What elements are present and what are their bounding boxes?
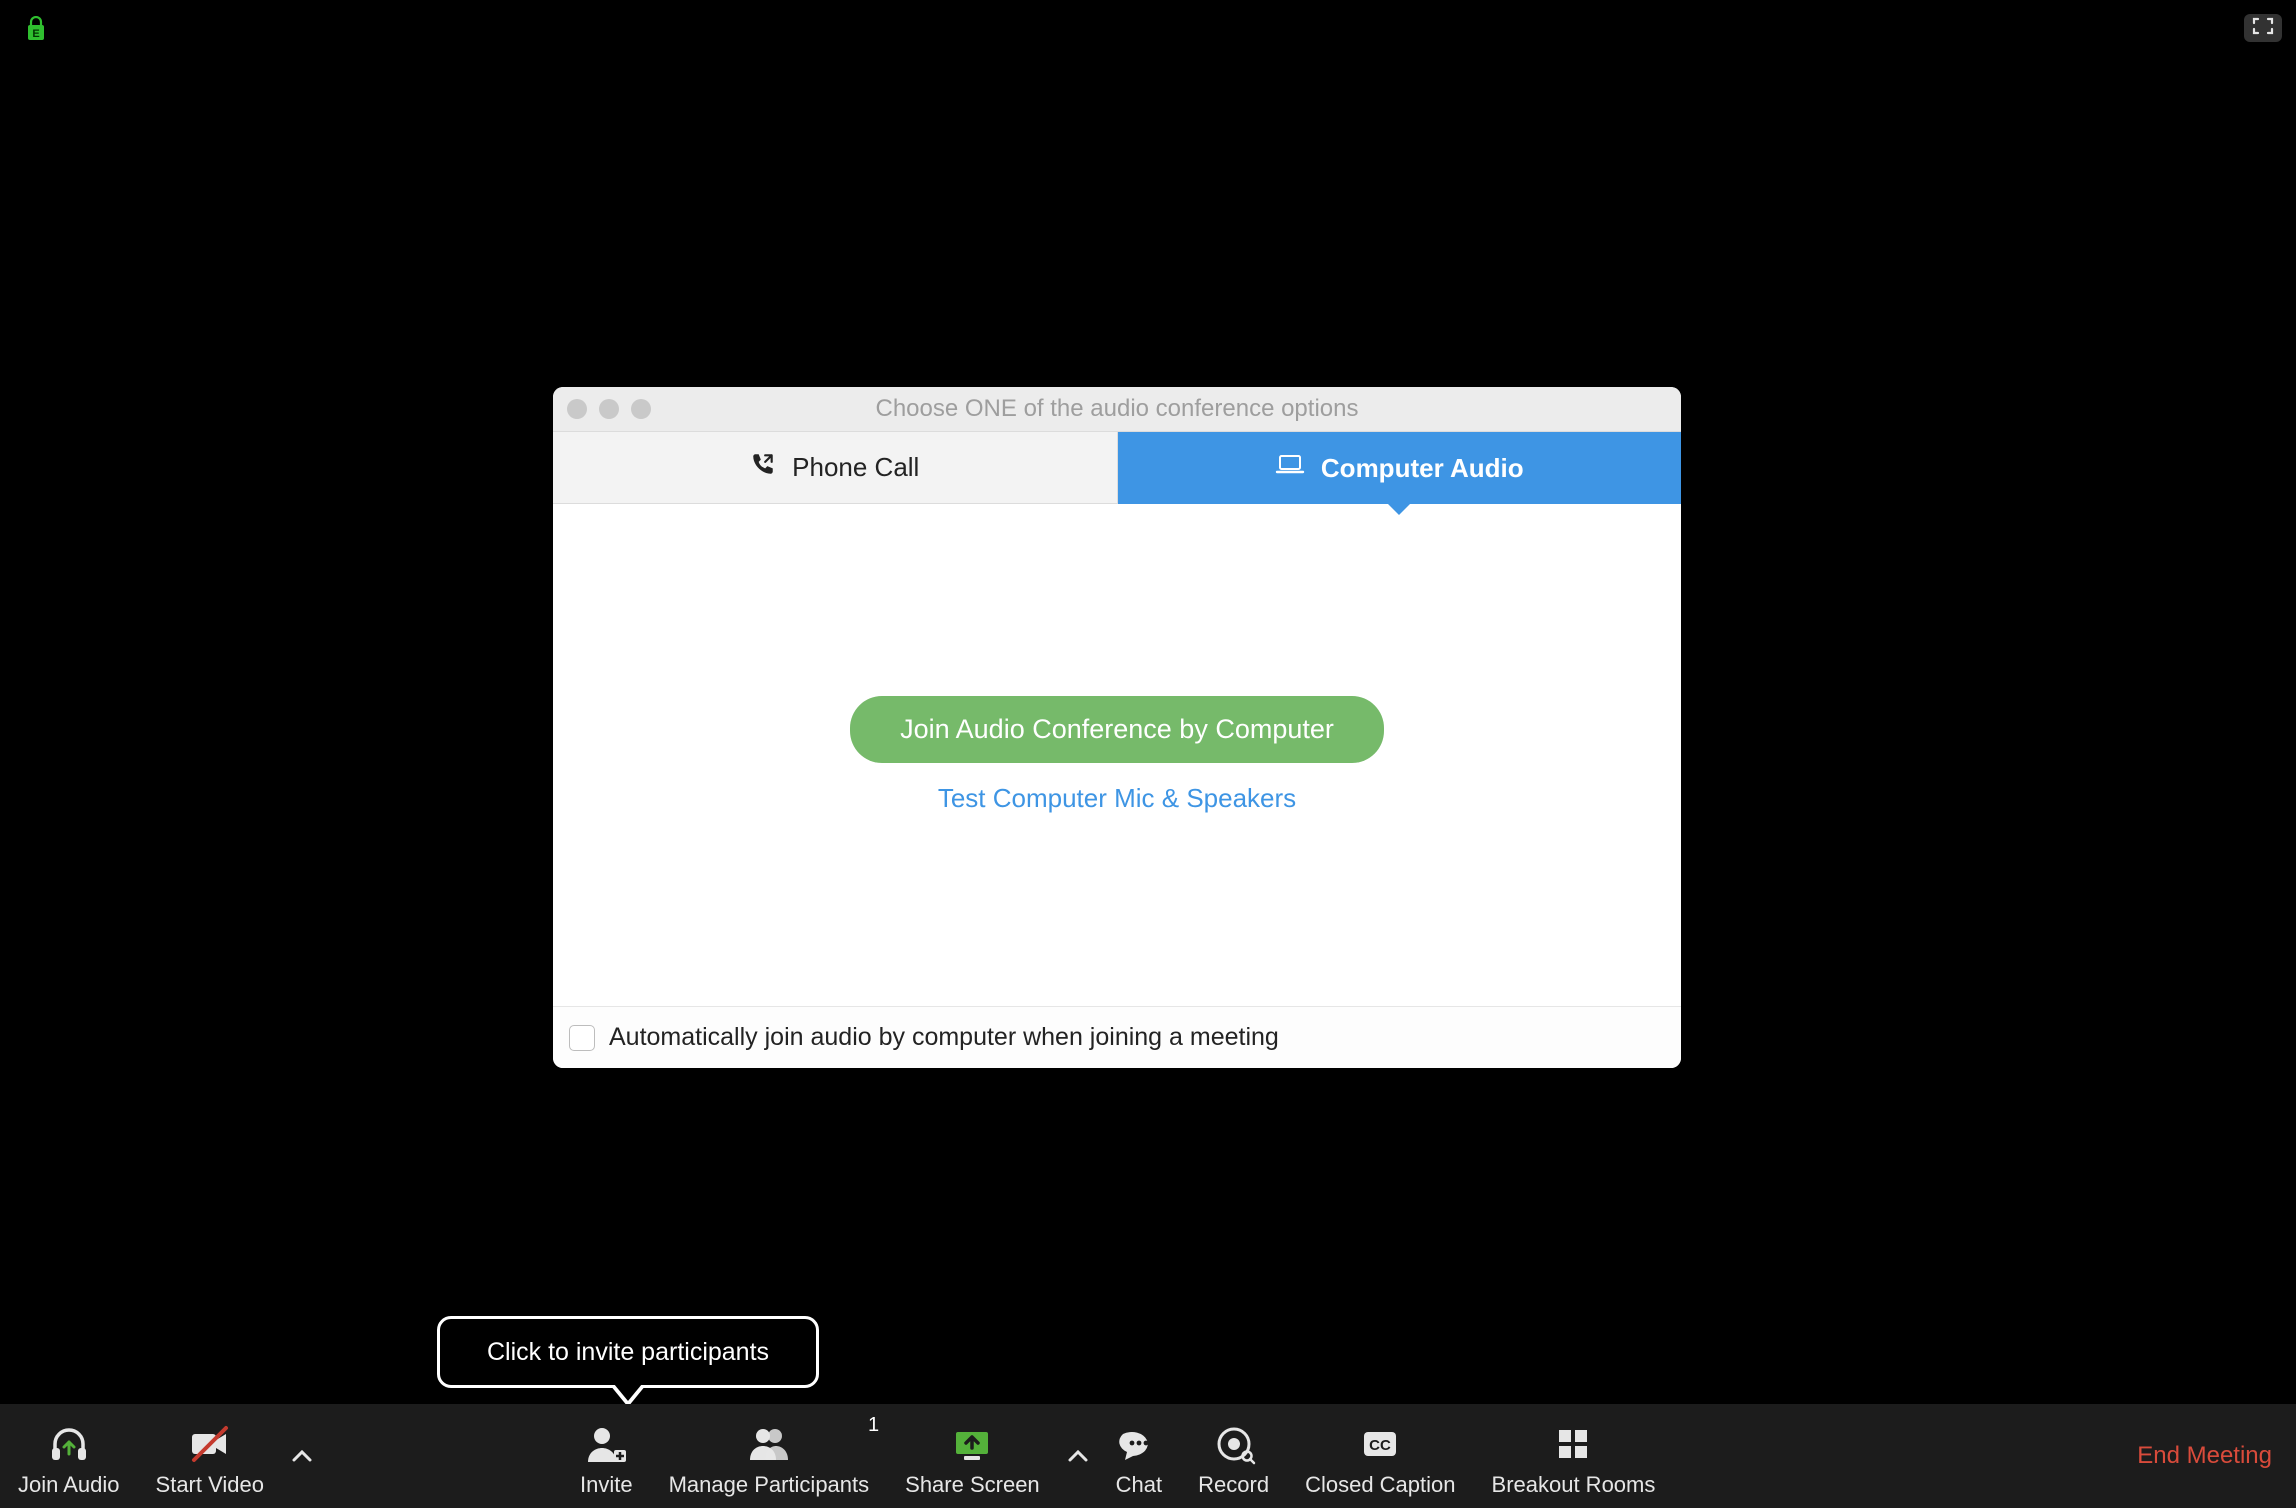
invite-button[interactable]: Invite	[562, 1404, 651, 1508]
fullscreen-icon	[2252, 17, 2274, 40]
breakout-rooms-button[interactable]: Breakout Rooms	[1474, 1404, 1674, 1508]
test-mic-speakers-link[interactable]: Test Computer Mic & Speakers	[938, 783, 1296, 814]
meeting-toolbar: Join Audio Start Video	[0, 1404, 2296, 1508]
join-audio-button[interactable]: Join Audio	[0, 1404, 138, 1508]
invite-person-icon	[584, 1422, 628, 1466]
end-meeting-button[interactable]: End Meeting	[2137, 1442, 2272, 1469]
dialog-footer: Automatically join audio by computer whe…	[553, 1006, 1681, 1068]
breakout-rooms-icon	[1551, 1422, 1595, 1466]
breakout-rooms-label: Breakout Rooms	[1492, 1472, 1656, 1498]
window-zoom-dot[interactable]	[631, 399, 651, 419]
audio-options-dialog: Choose ONE of the audio conference optio…	[553, 387, 1681, 1068]
start-video-button[interactable]: Start Video	[138, 1404, 282, 1508]
closed-caption-label: Closed Caption	[1305, 1472, 1455, 1498]
invite-tooltip: Click to invite participants	[437, 1316, 819, 1388]
chat-label: Chat	[1116, 1472, 1162, 1498]
chevron-up-icon	[291, 1443, 313, 1469]
laptop-icon	[1275, 453, 1305, 484]
svg-text:CC: CC	[1369, 1437, 1391, 1454]
fullscreen-button[interactable]	[2244, 14, 2282, 42]
encryption-lock-icon[interactable]: E	[26, 16, 46, 42]
tab-computer-label: Computer Audio	[1321, 453, 1524, 484]
chat-bubble-icon	[1117, 1422, 1161, 1466]
tab-phone-call[interactable]: Phone Call	[553, 432, 1118, 504]
auto-join-checkbox[interactable]	[569, 1025, 595, 1051]
manage-participants-label: Manage Participants	[669, 1472, 870, 1498]
chat-button[interactable]: Chat	[1098, 1404, 1180, 1508]
dialog-body: Join Audio Conference by Computer Test C…	[553, 504, 1681, 1006]
share-screen-button[interactable]: Share Screen	[887, 1404, 1058, 1508]
dialog-title: Choose ONE of the audio conference optio…	[876, 395, 1359, 423]
share-screen-icon	[950, 1422, 994, 1466]
tab-computer-audio[interactable]: Computer Audio	[1118, 432, 1682, 504]
window-minimize-dot[interactable]	[599, 399, 619, 419]
record-label: Record	[1198, 1472, 1269, 1498]
share-options-caret[interactable]	[1058, 1404, 1098, 1508]
join-audio-label: Join Audio	[18, 1472, 120, 1498]
manage-participants-button[interactable]: 1 Manage Participants	[651, 1404, 888, 1508]
participants-count-badge: 1	[868, 1414, 879, 1437]
auto-join-label: Automatically join audio by computer whe…	[609, 1023, 1279, 1052]
chevron-up-icon	[1067, 1443, 1089, 1469]
closed-caption-button[interactable]: CC Closed Caption	[1287, 1404, 1473, 1508]
share-screen-label: Share Screen	[905, 1472, 1040, 1498]
window-traffic-lights[interactable]	[567, 387, 651, 431]
dialog-tabs: Phone Call Computer Audio	[553, 432, 1681, 504]
video-off-icon	[188, 1422, 232, 1466]
invite-label: Invite	[580, 1472, 633, 1498]
tab-phone-label: Phone Call	[792, 452, 919, 483]
window-close-dot[interactable]	[567, 399, 587, 419]
record-button[interactable]: Record	[1180, 1404, 1287, 1508]
phone-icon	[750, 451, 776, 484]
join-audio-by-computer-button[interactable]: Join Audio Conference by Computer	[850, 696, 1384, 763]
participants-icon	[747, 1422, 791, 1466]
start-video-label: Start Video	[156, 1472, 264, 1498]
encryption-letter: E	[32, 28, 39, 40]
dialog-titlebar: Choose ONE of the audio conference optio…	[553, 387, 1681, 432]
closed-caption-icon: CC	[1358, 1422, 1402, 1466]
invite-tooltip-text: Click to invite participants	[487, 1338, 769, 1367]
record-icon	[1212, 1422, 1256, 1466]
video-options-caret[interactable]	[282, 1404, 322, 1508]
headphones-icon	[47, 1422, 91, 1466]
